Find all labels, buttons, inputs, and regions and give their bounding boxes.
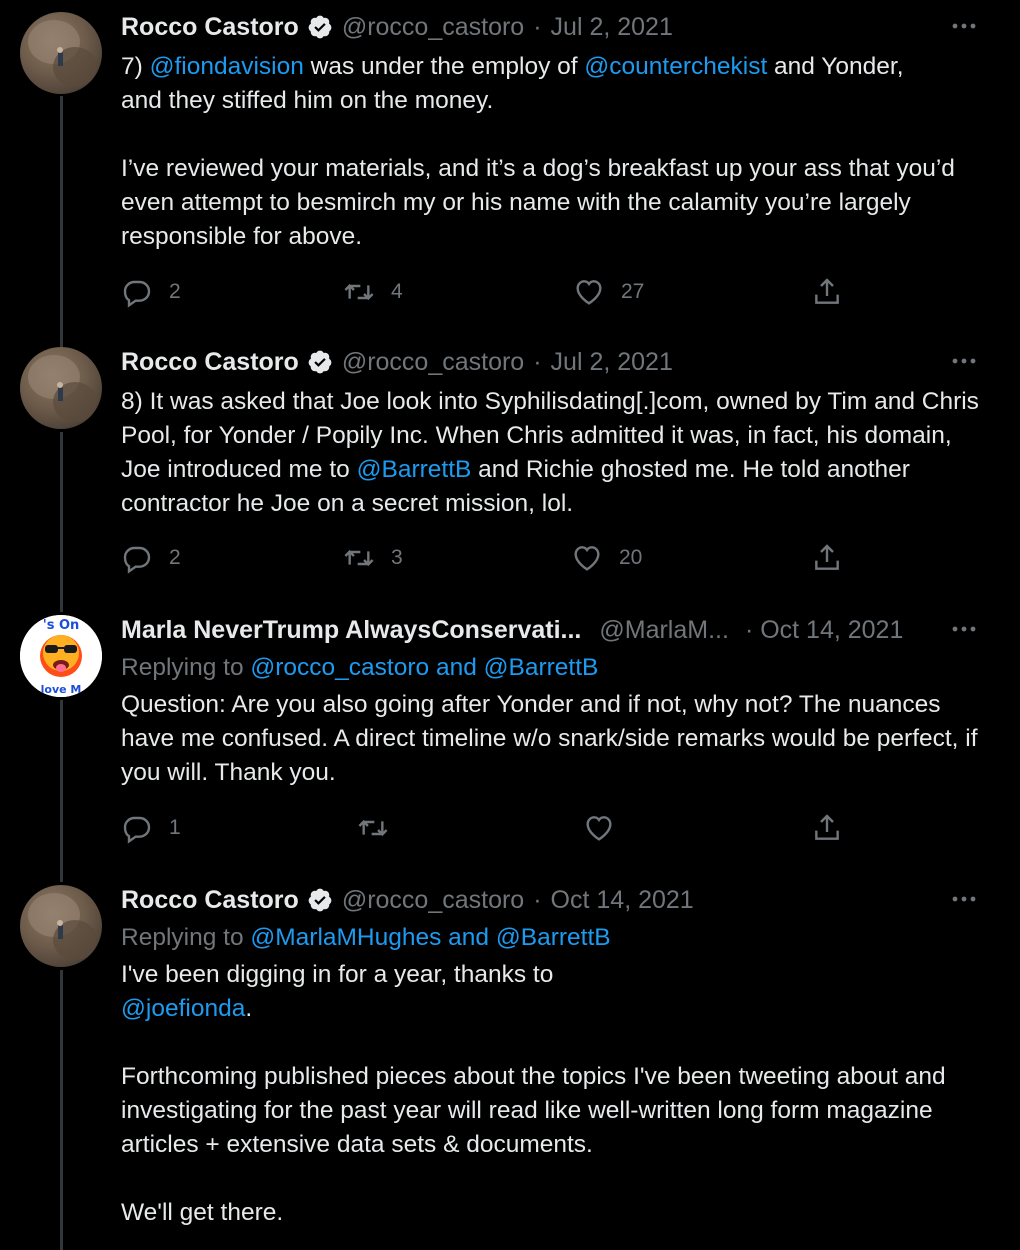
verified-badge-icon (308, 888, 332, 912)
retweet-button[interactable]: 3 (343, 538, 403, 578)
retweet-icon (344, 283, 374, 301)
share-icon (815, 278, 839, 304)
text-paragraph: I’ve reviewed your materials, and it’s a… (121, 155, 955, 250)
share-icon (815, 814, 839, 840)
replying-to-line: Replying to @rocco_castoro and @BarrettB (121, 651, 991, 685)
tweet-actions: 1 (121, 808, 881, 848)
mention-link[interactable]: @BarrettB (357, 456, 472, 483)
author-name[interactable]: Rocco Castoro (121, 886, 299, 915)
reply-button[interactable]: 1 (121, 808, 181, 848)
verified-badge-icon (308, 350, 332, 374)
avatar[interactable] (20, 885, 102, 967)
replying-to-link[interactable]: @rocco_castoro and @BarrettB (250, 654, 598, 681)
reply-icon (123, 546, 151, 574)
author-handle[interactable]: @rocco_castoro (342, 13, 524, 42)
share-button[interactable] (811, 272, 859, 312)
avatar[interactable] (20, 12, 102, 94)
text-fragment: . (245, 995, 253, 1022)
share-button[interactable] (811, 808, 859, 848)
replying-label: Replying to (121, 924, 251, 951)
more-options-icon[interactable] (950, 887, 978, 911)
tweet-text: I've been digging in for a year, thanks … (121, 958, 991, 1230)
tweet-text: 8) It was asked that Joe look into Syphi… (121, 385, 991, 521)
tweet-actions: 2 3 20 (121, 538, 881, 578)
author-name[interactable]: Rocco Castoro (121, 348, 299, 377)
tweet-date[interactable]: Jul 2, 2021 (551, 13, 673, 42)
tweet-text: Question: Are you also going after Yonde… (121, 688, 991, 790)
text-fragment: was under the employ of (303, 53, 585, 80)
text-line: I've been digging in for a year, thanks … (121, 961, 554, 988)
more-options-icon[interactable] (950, 617, 978, 641)
author-handle[interactable]: @rocco_castoro (342, 348, 524, 377)
reply-count: 2 (169, 280, 181, 303)
tweet[interactable]: Rocco Castoro @rocco_castoro · Jul 2, 20… (0, 0, 1020, 335)
tweet-actions: 2 4 27 (121, 272, 881, 312)
profile-photo (28, 355, 97, 422)
text-fragment: 7) (121, 53, 150, 80)
tweet[interactable]: Rocco Castoro @rocco_castoro · Oct 14, 2… (0, 873, 1020, 1250)
mention-link[interactable]: @joefionda (121, 995, 245, 1022)
avatar-text: love M (41, 683, 82, 696)
heart-icon (586, 816, 612, 841)
reply-count: 2 (169, 546, 181, 569)
tweet[interactable]: Rocco Castoro @rocco_castoro · Jul 2, 20… (0, 335, 1020, 603)
reply-button[interactable]: 2 (121, 538, 181, 578)
text-paragraph: Question: Are you also going after Yonde… (121, 691, 978, 786)
retweet-icon (344, 549, 374, 567)
retweet-count: 3 (391, 546, 403, 569)
retweet-icon (358, 819, 388, 837)
like-count: 20 (619, 546, 643, 569)
avatar[interactable]: 's On love M (20, 615, 102, 697)
emoji-avatar-image: 's On love M (20, 615, 102, 697)
share-icon (815, 544, 839, 570)
retweet-button[interactable]: 4 (343, 272, 403, 312)
profile-photo (28, 20, 97, 87)
replying-to-line: Replying to @MarlaMHughes and @BarrettB (121, 921, 991, 955)
heart-icon (574, 546, 600, 571)
tweet-text: 7) @fiondavision was under the employ of… (121, 50, 991, 254)
tweet-date[interactable]: · Oct 14, 2021 (745, 616, 903, 645)
more-options-icon[interactable] (950, 349, 978, 373)
reply-icon (123, 816, 151, 844)
reply-button[interactable]: 2 (121, 272, 181, 312)
tweet-date[interactable]: Oct 14, 2021 (551, 886, 694, 915)
author-handle[interactable]: @MarlaM... (599, 616, 729, 645)
verified-badge-icon (308, 15, 332, 39)
tweet-header: Rocco Castoro @rocco_castoro · Oct 14, 2… (121, 883, 694, 917)
text-fragment: and Yonder, (767, 53, 904, 80)
reply-icon (123, 280, 151, 308)
tweet-header: Rocco Castoro @rocco_castoro · Jul 2, 20… (121, 10, 673, 44)
tweet-header: Rocco Castoro @rocco_castoro · Jul 2, 20… (121, 345, 673, 379)
avatar[interactable] (20, 347, 102, 429)
retweet-count: 4 (391, 280, 403, 303)
replying-to-link[interactable]: @MarlaMHughes and @BarrettB (250, 924, 610, 951)
mention-link[interactable]: @fiondavision (150, 53, 304, 80)
author-name[interactable]: Marla NeverTrump AlwaysConservati... (121, 616, 581, 645)
profile-photo (28, 893, 97, 960)
avatar-text: 's On (43, 618, 80, 633)
like-button[interactable]: 20 (571, 538, 642, 578)
separator-dot: · (533, 12, 542, 41)
share-button[interactable] (811, 538, 859, 578)
reply-count: 1 (169, 816, 181, 839)
separator-dot: · (533, 885, 542, 914)
retweet-button[interactable] (357, 808, 405, 848)
more-options-icon[interactable] (950, 14, 978, 38)
tweet-date[interactable]: Jul 2, 2021 (551, 348, 673, 377)
author-name[interactable]: Rocco Castoro (121, 13, 299, 42)
text-paragraph: We'll get there. (121, 1199, 284, 1226)
author-handle[interactable]: @rocco_castoro (342, 886, 524, 915)
text-paragraph: Forthcoming published pieces about the t… (121, 1063, 946, 1158)
mention-link[interactable]: @counterchekist (584, 53, 767, 80)
separator-dot: · (533, 347, 542, 376)
like-button[interactable]: 27 (573, 272, 644, 312)
tweet[interactable]: 's On love M Marla NeverTrump AlwaysCons… (0, 603, 1020, 871)
like-button[interactable] (583, 808, 631, 848)
like-count: 27 (621, 280, 645, 303)
heart-icon (576, 280, 602, 305)
text-line: and they stiffed him on the money. (121, 87, 494, 114)
tweet-header: Marla NeverTrump AlwaysConservati... @Ma… (121, 613, 903, 647)
replying-label: Replying to (121, 654, 251, 681)
